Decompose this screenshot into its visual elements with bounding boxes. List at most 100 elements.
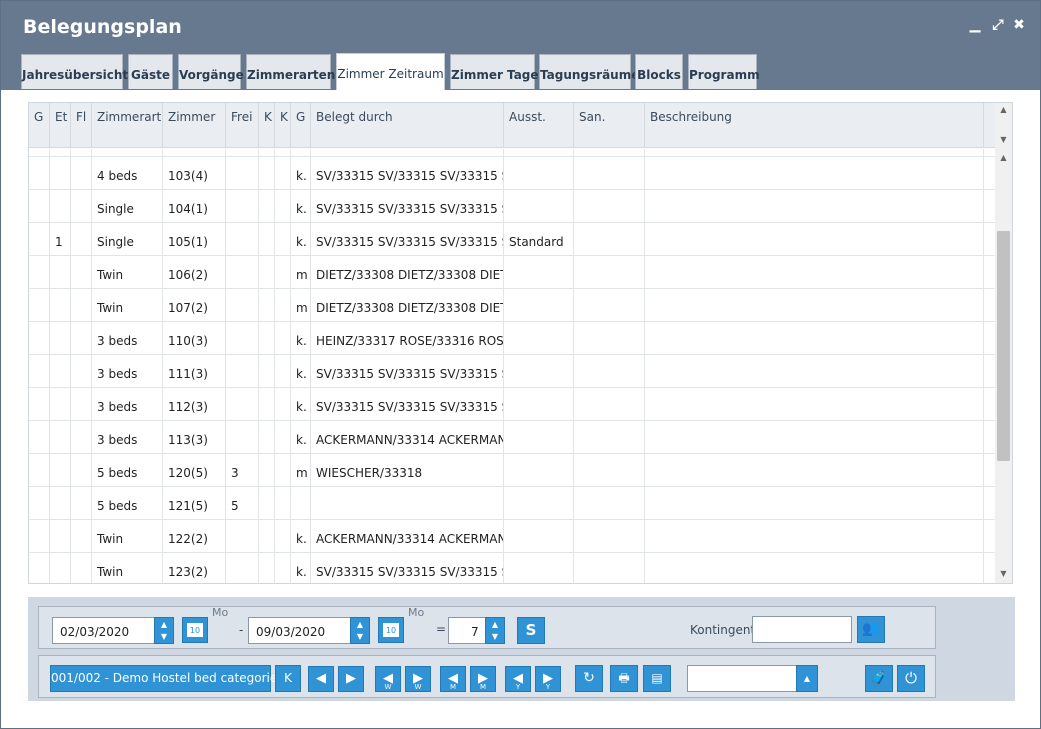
users-button[interactable]: 👥 [857, 616, 885, 643]
column-header[interactable]: Ausst. [504, 103, 574, 147]
pdf-button[interactable]: ▤ [643, 665, 671, 692]
table-cell: ACKERMANN/33314 ACKERMANN/3 [311, 520, 504, 553]
power-button[interactable]: ⏻ [897, 665, 925, 692]
calendar-to-button[interactable]: 10 [378, 617, 404, 643]
table-cell [50, 454, 71, 487]
tab-zimmerarten[interactable]: Zimmerarten [246, 54, 335, 89]
column-header[interactable]: Zimmer [163, 103, 226, 147]
print-button[interactable]: 🖶 [610, 665, 638, 692]
column-header[interactable]: K [275, 103, 291, 147]
select-field[interactable] [687, 665, 797, 692]
scroll-down-icon[interactable]: ▼ [995, 567, 1012, 581]
prev-week-button[interactable]: ◀ W [375, 666, 401, 692]
table-row[interactable]: Twin122(2) k.ACKERMANN/33314 ACKERMANN/3 [29, 520, 995, 553]
column-header[interactable]: G [291, 103, 311, 147]
date-to-spinner[interactable]: ▲ ▼ [350, 617, 370, 644]
table-row[interactable]: 3 beds 111(3) k. SV/33315 SV/33315 SV/33315… [29, 355, 995, 388]
prev-year-button[interactable]: ◀ Y [505, 666, 531, 692]
table-cell [645, 157, 984, 190]
category-button[interactable]: 001/002 - Demo Hostel bed categories [50, 665, 283, 692]
tab-blocks[interactable]: Blocks [635, 54, 683, 89]
table-cell: Twin [92, 553, 163, 583]
table-cell: 3 beds [92, 421, 163, 454]
table-row[interactable]: Single 104(1) k. SV/33315 SV/33315 SV/33315… [29, 190, 995, 223]
table-cell [259, 487, 275, 520]
refresh-button[interactable]: ↻ [575, 665, 603, 692]
tab-gaeste[interactable]: Gäste [128, 54, 173, 89]
date-from-input[interactable]: 02/03/2020 [52, 617, 155, 644]
scroll-down-small-icon[interactable]: ▼ [995, 133, 1012, 147]
column-header[interactable]: Fl [71, 103, 92, 147]
next-button[interactable]: ▶ [338, 666, 364, 692]
scroll-up-small-icon[interactable]: ▲ [995, 151, 1012, 165]
column-header[interactable]: K [259, 103, 275, 147]
next-year-button[interactable]: ▶ Y [535, 666, 561, 692]
date-to-input[interactable]: 09/03/2020 [248, 617, 351, 644]
days-input[interactable]: 7 [448, 617, 486, 644]
table-row[interactable]: Twin123(2) k.SV/33315 SV/33315 SV/33315 S… [29, 553, 995, 583]
table-cell: HEINZ/33317 ROSE/33316 ROSE/33 [311, 322, 504, 355]
tab-vorgaenge[interactable]: Vorgänge [178, 54, 244, 89]
days-value: 7 [471, 625, 479, 639]
select-dropdown-button[interactable]: ▲ [796, 665, 818, 692]
date-from-spinner[interactable]: ▲ ▼ [154, 617, 174, 644]
nav-unit-label: W [414, 683, 422, 691]
tab-zimmer-zeitraum[interactable]: Zimmer Zeitraum [336, 53, 445, 90]
prev-month-button[interactable]: ◀ M [440, 666, 466, 692]
tab-tagungsraeume[interactable]: Tagungsräume [539, 54, 639, 89]
spin-down-icon[interactable]: ▼ [351, 631, 369, 643]
s-button[interactable]: S [517, 617, 545, 644]
column-header[interactable]: Frei [226, 103, 259, 147]
maximize-icon[interactable]: ⤢ [990, 17, 1006, 33]
table-cell [504, 454, 574, 487]
table-row[interactable] [29, 149, 995, 161]
column-header[interactable]: G [29, 103, 50, 147]
table-row[interactable]: 5 beds 120(5) 3 m WIESCHER/33318 [29, 454, 995, 487]
table-cell: 3 beds [92, 322, 163, 355]
spin-up-icon[interactable]: ▲ [155, 619, 173, 631]
table-cell [504, 520, 574, 553]
tab-zimmer-tage[interactable]: Zimmer Tage [450, 54, 539, 89]
table-row[interactable]: 4 beds 103(4) k. SV/33315 SV/33315 SV/33315… [29, 157, 995, 190]
table-cell [504, 355, 574, 388]
vertical-scrollbar[interactable]: ▲ ▼ ▲ ▼ [995, 103, 1012, 583]
kontingent-input[interactable] [752, 616, 852, 643]
tab-jahresuebersicht[interactable]: Jahresübersicht [21, 54, 128, 89]
next-month-button[interactable]: ▶ M [470, 666, 496, 692]
table-row[interactable]: 3 beds 112(3) k. SV/33315 SV/33315 SV/33315… [29, 388, 995, 421]
table-cell [574, 355, 645, 388]
prev-button[interactable]: ◀ [308, 666, 334, 692]
scroll-thumb[interactable] [997, 231, 1010, 461]
close-icon[interactable]: ✖ [1011, 17, 1027, 33]
column-header[interactable]: San. [574, 103, 645, 147]
spin-down-icon[interactable]: ▼ [155, 631, 173, 643]
table-row[interactable]: Twin107(2) mDIETZ/33308 DIETZ/33308 DIETZ… [29, 289, 995, 322]
k-button[interactable]: K [275, 665, 301, 692]
table-cell: SV/33315 SV/33315 SV/33315 SV/3 [311, 157, 504, 190]
table-cell [50, 256, 71, 289]
column-header[interactable]: Zimmerart [92, 103, 163, 147]
table-row[interactable]: 3 beds113(3) k.ACKERMANN/33314 ACKERMANN/… [29, 421, 995, 454]
scroll-up-icon[interactable]: ▲ [995, 103, 1012, 117]
table-cell [275, 157, 291, 190]
table-cell [71, 454, 92, 487]
luggage-button[interactable]: 🧳 [865, 665, 893, 692]
table-cell [71, 322, 92, 355]
spin-up-icon[interactable]: ▲ [486, 619, 504, 631]
table-row[interactable]: 1 Single 105(1) k. SV/33315 SV/33315 SV/3331… [29, 223, 995, 256]
table-cell [50, 487, 71, 520]
calendar-from-button[interactable]: 10 [182, 617, 208, 643]
spin-down-icon[interactable]: ▼ [486, 631, 504, 643]
days-spinner[interactable]: ▲ ▼ [485, 617, 505, 644]
next-week-button[interactable]: ▶ W [405, 666, 431, 692]
table-row[interactable]: Twin106(2) mDIETZ/33308 DIETZ/33308 DIETZ… [29, 256, 995, 289]
column-header[interactable]: Beschreibung [645, 103, 984, 147]
column-header[interactable]: Belegt durch [311, 103, 504, 147]
table-row[interactable]: 5 beds 121(5) 5 [29, 487, 995, 520]
column-header[interactable]: Et [50, 103, 71, 147]
tab-programm[interactable]: Programm [688, 54, 760, 89]
table-cell [71, 421, 92, 454]
table-row[interactable]: 3 beds 110(3) k. HEINZ/33317 ROSE/33316 ROS… [29, 322, 995, 355]
spin-up-icon[interactable]: ▲ [351, 619, 369, 631]
minimize-icon[interactable]: ▁ [967, 17, 983, 33]
